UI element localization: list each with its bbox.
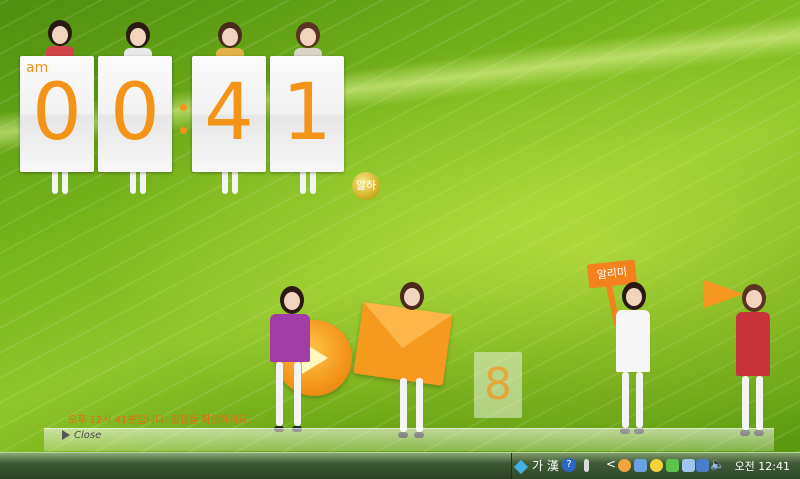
system-tray: 가 漢 ? < 🔈 오전 12:41 — [511, 453, 800, 479]
desktop-wallpaper: am 0 0 4 1 알하 8 알리미 오후 12시 41분입니다. 알림을 확… — [0, 0, 800, 452]
tray-display-icon[interactable] — [696, 459, 709, 472]
flip-clock-widget[interactable]: am 0 0 4 1 — [18, 20, 353, 200]
clock-minute-tens-card: 4 — [192, 56, 266, 172]
tray-antenna-icon[interactable] — [584, 459, 589, 472]
tray-app-icon-2[interactable] — [634, 459, 647, 472]
clock-digit: 1 — [282, 68, 332, 158]
tray-expand-button[interactable]: < — [606, 457, 616, 471]
clock-digit: 0 — [32, 68, 82, 158]
volume-icon[interactable]: 🔈 — [710, 457, 725, 471]
clock-ampm-label: am — [26, 60, 49, 76]
widget-tray-bar — [44, 428, 774, 451]
widget-badge-icon[interactable]: 알하 — [352, 172, 380, 200]
tray-app-icon-3[interactable] — [650, 459, 663, 472]
figure-envelope-holder — [388, 282, 438, 442]
figure-white-dress — [608, 282, 658, 442]
play-arrow-icon — [62, 430, 70, 440]
figure-purple-dress — [262, 286, 322, 438]
clock-minute-ones-card: 1 — [270, 56, 344, 172]
close-label: Close — [74, 430, 102, 441]
ime-label: 가 漢 — [532, 459, 559, 473]
tray-network-icon[interactable] — [682, 459, 695, 472]
widget-notice-text: 오후 12시 41분입니다. 알림을 확인하세요. — [68, 415, 251, 426]
help-icon[interactable]: ? — [562, 458, 576, 472]
taskbar-clock[interactable]: 오전 12:41 — [735, 458, 790, 474]
clock-colon — [180, 104, 188, 144]
clock-hour-ones-card: 0 — [98, 56, 172, 172]
tray-app-icon-1[interactable] — [618, 459, 631, 472]
clock-digit: 4 — [204, 68, 254, 158]
clock-digit: 0 — [110, 68, 160, 158]
taskbar: 가 漢 ? < 🔈 오전 12:41 — [0, 452, 800, 479]
figure-red-dress — [730, 284, 776, 444]
counter-card[interactable]: 8 — [474, 352, 522, 418]
language-bar-icon — [513, 459, 529, 474]
tray-app-icon-4[interactable] — [666, 459, 679, 472]
counter-value: 8 — [484, 359, 512, 410]
ime-language-button[interactable]: 가 漢 — [513, 457, 559, 474]
widget-close-button[interactable]: Close — [62, 430, 101, 446]
